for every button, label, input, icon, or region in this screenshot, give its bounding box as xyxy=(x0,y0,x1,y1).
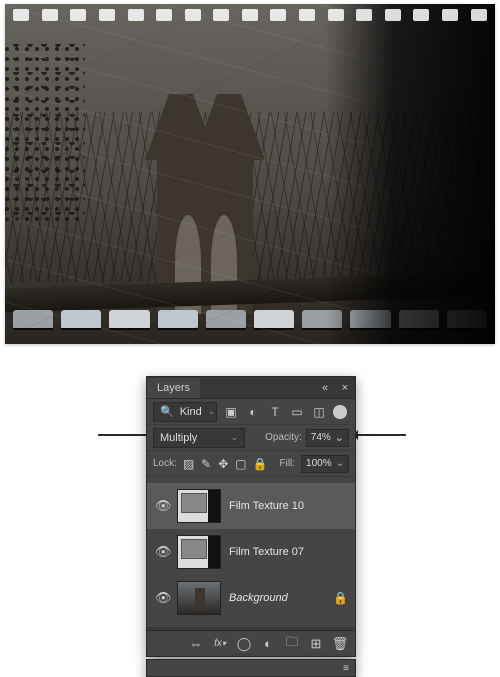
annotation-arrow-right xyxy=(350,434,406,436)
filter-kind-select[interactable]: 🔍Kind ⌄ xyxy=(153,402,217,422)
layers-panel: Layers « × 🔍Kind ⌄ ▣ ◐ T ▭ ◫ Multiply ⌄ xyxy=(146,376,356,657)
tab-layers[interactable]: Layers xyxy=(147,378,200,398)
panel-footer: ⇔ fx▾ ◯ ◐ 🗀 ⊞ 🗑 xyxy=(147,630,355,656)
lock-fill-row: Lock: ▨ ✎ ✥ ▢ 🔒 Fill: 100% ⌄ xyxy=(147,451,355,477)
layer-name[interactable]: Film Texture 10 xyxy=(229,500,347,512)
adjustment-icon[interactable]: ◐ xyxy=(245,404,261,420)
layer-row[interactable]: 👁 Film Texture 07 xyxy=(147,529,355,575)
type-icon[interactable]: T xyxy=(267,404,283,420)
opacity-input[interactable]: 74% ⌄ xyxy=(306,429,349,447)
visibility-toggle[interactable]: 👁 xyxy=(155,498,169,514)
collapse-icon[interactable]: « xyxy=(315,382,335,394)
opacity-value: 74% xyxy=(311,432,331,443)
fill-input[interactable]: 100% ⌄ xyxy=(301,455,349,473)
lock-brush-icon[interactable]: ✎ xyxy=(200,457,211,471)
fill-value: 100% xyxy=(306,458,332,469)
blend-mode-select[interactable]: Multiply ⌄ xyxy=(153,428,245,448)
blend-opacity-row: Multiply ⌄ Opacity: 74% ⌄ xyxy=(147,425,355,451)
layer-row[interactable]: 👁 Film Texture 10 xyxy=(147,483,355,529)
layer-filter-row: 🔍Kind ⌄ ▣ ◐ T ▭ ◫ xyxy=(147,399,355,425)
chevron-down-icon: ⌄ xyxy=(336,458,344,469)
chevron-down-icon: ⌄ xyxy=(335,431,344,444)
layer-name[interactable]: Film Texture 07 xyxy=(229,546,347,558)
link-icon[interactable]: ⇔ xyxy=(185,633,207,655)
new-layer-icon[interactable]: ⊞ xyxy=(305,633,327,655)
visibility-toggle[interactable]: 👁 xyxy=(155,544,169,560)
visibility-toggle[interactable]: 👁 xyxy=(155,590,169,606)
chevron-down-icon: ⌄ xyxy=(230,432,238,443)
smartobj-icon[interactable]: ◫ xyxy=(311,404,327,420)
layer-thumbnail[interactable] xyxy=(177,581,221,615)
close-icon[interactable]: × xyxy=(335,382,355,394)
panel-menu-button[interactable]: ≡ xyxy=(146,659,356,677)
layer-row[interactable]: 👁 Background 🔒 xyxy=(147,575,355,621)
layer-list: 👁 Film Texture 10 👁 Film Texture 07 👁 Ba… xyxy=(147,477,355,627)
document-preview xyxy=(5,4,495,344)
layer-name[interactable]: Background xyxy=(229,592,325,604)
layer-thumbnail[interactable] xyxy=(177,535,221,569)
chevron-down-icon: ⌄ xyxy=(208,406,216,417)
lock-artboard-icon[interactable]: ▢ xyxy=(235,457,246,471)
lock-label: Lock: xyxy=(153,458,177,469)
group-icon[interactable]: 🗀 xyxy=(281,633,303,655)
fx-icon[interactable]: fx▾ xyxy=(209,633,231,655)
lock-transparency-icon[interactable]: ▨ xyxy=(183,457,194,471)
lock-icon: 🔒 xyxy=(333,591,347,605)
lock-move-icon[interactable]: ✥ xyxy=(218,457,229,471)
shape-icon[interactable]: ▭ xyxy=(289,404,305,420)
blend-mode-value: Multiply xyxy=(160,432,197,444)
filter-kind-label: Kind xyxy=(180,406,202,418)
layer-thumbnail[interactable] xyxy=(177,489,221,523)
dot-icon[interactable] xyxy=(333,405,347,419)
fill-label: Fill: xyxy=(279,458,295,469)
panel-tabbar: Layers « × xyxy=(147,377,355,399)
opacity-label: Opacity: xyxy=(265,432,302,443)
adjustment-layer-icon[interactable]: ◐ xyxy=(257,633,279,655)
lock-all-icon[interactable]: 🔒 xyxy=(253,457,268,471)
trash-icon[interactable]: 🗑 xyxy=(329,633,351,655)
mask-icon[interactable]: ◯ xyxy=(233,633,255,655)
image-icon[interactable]: ▣ xyxy=(223,404,239,420)
